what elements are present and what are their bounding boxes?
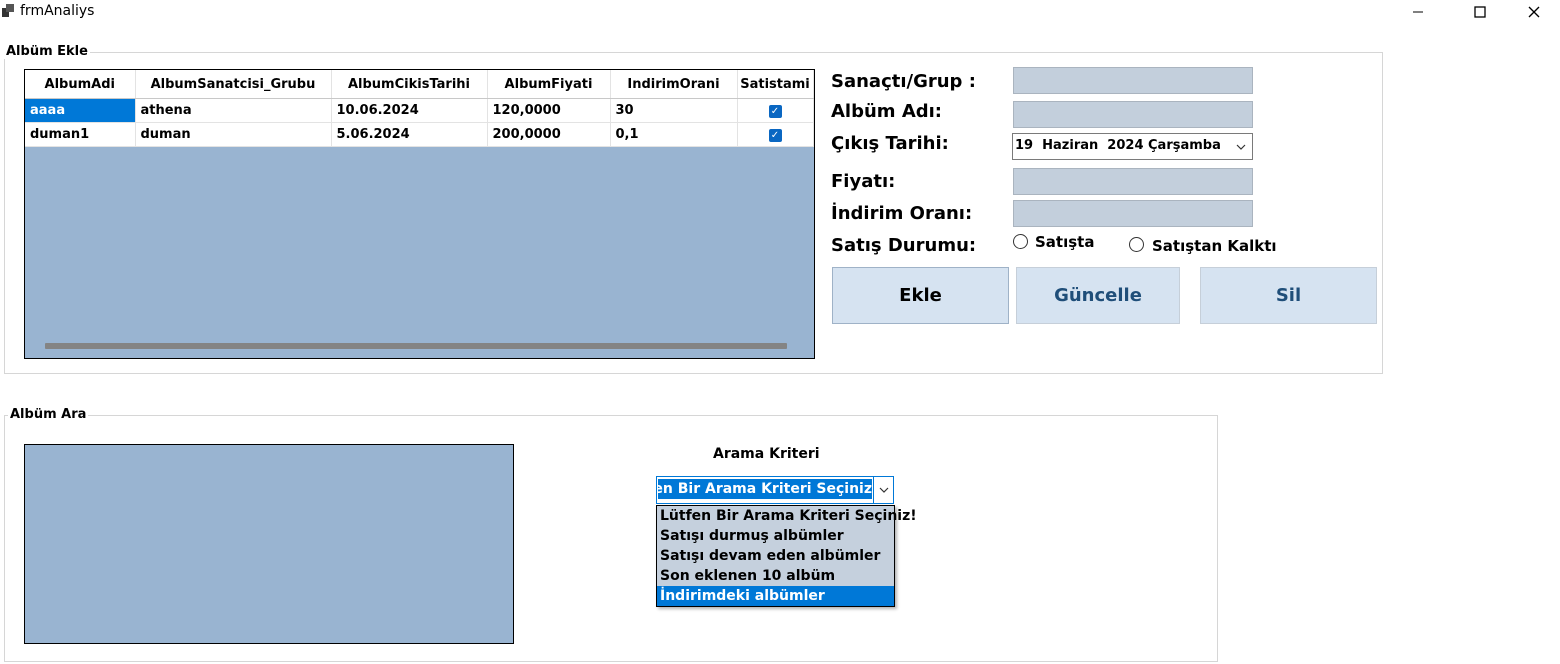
checkmark-icon[interactable]: ✓: [768, 105, 782, 118]
dropdown-option-highlighted[interactable]: İndirimdeki albümler: [657, 586, 894, 606]
minimize-button[interactable]: [1392, 0, 1444, 26]
table-row[interactable]: duman1 duman 5.06.2024 200,0000 0,1 ✓: [25, 122, 814, 147]
album-search-group-label: Albüm Ara: [8, 407, 89, 422]
table-cell[interactable]: aaaa: [25, 98, 136, 123]
table-cell-checkbox[interactable]: ✓: [737, 98, 814, 123]
price-input[interactable]: [1013, 168, 1253, 195]
update-button[interactable]: Güncelle: [1016, 267, 1180, 324]
radio-off-sale-label[interactable]: Satıştan Kalktı: [1152, 237, 1277, 255]
column-header[interactable]: AlbumSanatcisi_Grubu: [135, 70, 332, 99]
dropdown-option[interactable]: Satışı devam eden albümler: [657, 546, 894, 566]
album-grid[interactable]: AlbumAdi AlbumSanatcisi_Grubu AlbumCikis…: [24, 69, 815, 359]
chevron-down-icon: [879, 487, 888, 493]
column-header[interactable]: IndirimOrani: [610, 70, 738, 99]
maximize-icon: [1474, 6, 1486, 18]
search-criteria-dropdown-button[interactable]: [873, 477, 893, 503]
discount-input[interactable]: [1013, 200, 1253, 227]
table-cell[interactable]: 10.06.2024: [331, 98, 488, 123]
close-button[interactable]: [1508, 0, 1560, 26]
radio-on-sale[interactable]: [1013, 234, 1028, 249]
column-header[interactable]: AlbumCikisTarihi: [331, 70, 488, 99]
discount-label: İndirim Oranı:: [831, 203, 973, 224]
add-button[interactable]: Ekle: [832, 267, 1009, 324]
album-name-input[interactable]: [1013, 101, 1253, 128]
dropdown-option[interactable]: Son eklenen 10 albüm: [657, 566, 894, 586]
delete-button[interactable]: Sil: [1200, 267, 1377, 324]
price-label: Fiyatı:: [831, 171, 896, 192]
column-header[interactable]: AlbumAdi: [25, 70, 136, 99]
search-criteria-dropdown[interactable]: Lütfen Bir Arama Kriteri Seçiniz! Satışı…: [656, 505, 917, 607]
album-add-group-label: Albüm Ekle: [4, 44, 90, 59]
radio-off-sale[interactable]: [1129, 237, 1144, 252]
sale-status-label: Satış Durumu:: [831, 235, 977, 256]
table-cell[interactable]: duman: [135, 122, 332, 147]
table-cell-checkbox[interactable]: ✓: [737, 122, 814, 147]
app-icon: [2, 4, 14, 17]
chevron-down-icon[interactable]: [1236, 142, 1246, 152]
table-cell[interactable]: athena: [135, 98, 332, 123]
search-criteria-value[interactable]: Lütfen Bir Arama Kriteri Seçiniz!: [658, 479, 872, 499]
close-icon: [1528, 6, 1540, 18]
dropdown-option[interactable]: Lütfen Bir Arama Kriteri Seçiniz!: [657, 506, 917, 526]
column-header[interactable]: Satistami: [737, 70, 814, 99]
release-date-picker[interactable]: 19 Haziran 2024 Çarşamba: [1012, 133, 1253, 160]
dropdown-option[interactable]: Satışı durmuş albümler: [657, 526, 894, 546]
table-cell[interactable]: 0,1: [610, 122, 738, 147]
checkmark-icon[interactable]: ✓: [768, 129, 782, 142]
table-cell[interactable]: 30: [610, 98, 738, 123]
horizontal-scrollbar[interactable]: [45, 343, 787, 349]
window-title: frmAnaliys: [20, 3, 95, 19]
table-cell[interactable]: 120,0000: [487, 98, 611, 123]
title-bar: frmAnaliys: [0, 0, 1560, 28]
release-date-value: 19 Haziran 2024 Çarşamba: [1015, 138, 1221, 153]
table-row[interactable]: aaaa athena 10.06.2024 120,0000 30 ✓: [25, 98, 814, 123]
search-criteria-select[interactable]: Lütfen Bir Arama Kriteri Seçiniz!: [656, 476, 894, 504]
album-name-label: Albüm Adı:: [831, 101, 943, 122]
table-cell[interactable]: 5.06.2024: [331, 122, 488, 147]
release-date-label: Çıkış Tarihi:: [831, 133, 949, 154]
radio-on-sale-label[interactable]: Satışta: [1035, 233, 1094, 251]
table-cell[interactable]: duman1: [25, 122, 136, 147]
search-results-grid[interactable]: [24, 444, 514, 644]
column-header[interactable]: AlbumFiyati: [487, 70, 611, 99]
artist-input[interactable]: [1013, 67, 1253, 94]
maximize-button[interactable]: [1454, 0, 1506, 26]
table-cell[interactable]: 200,0000: [487, 122, 611, 147]
artist-label: Sanaçtı/Grup :: [831, 71, 976, 92]
search-criteria-label: Arama Kriteri: [713, 446, 820, 462]
minimize-icon: [1413, 11, 1423, 13]
